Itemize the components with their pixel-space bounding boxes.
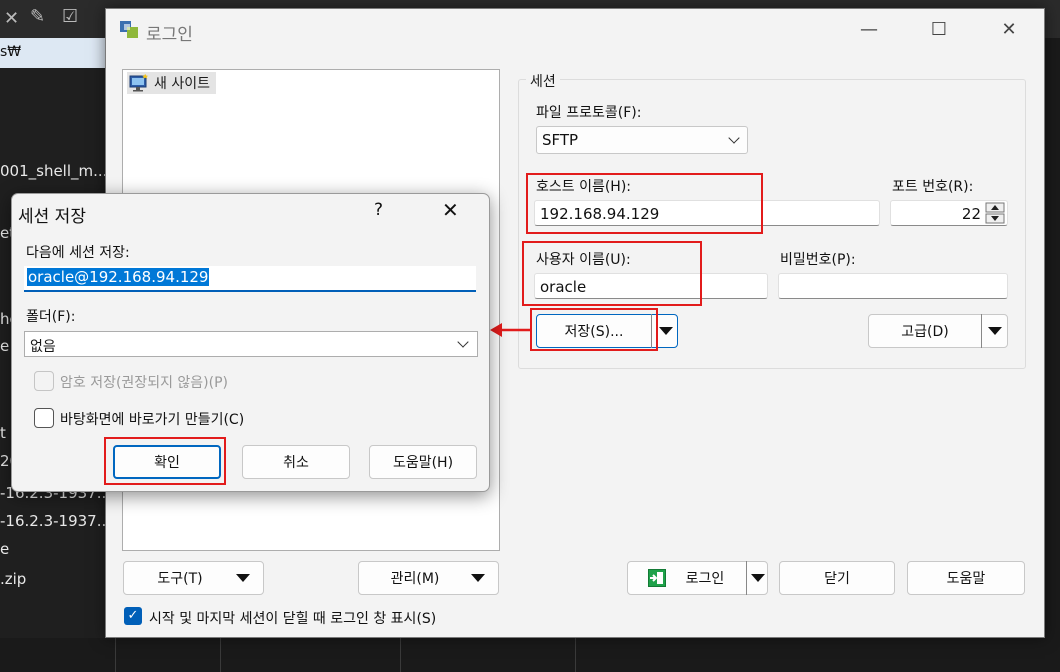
dialog-help-button-label: 도움말(H) [392, 455, 454, 471]
close-icon[interactable]: ✕ [994, 17, 1024, 43]
close-icon[interactable]: ✕ [4, 8, 19, 29]
login-button-label: 로그인 [685, 571, 725, 587]
protocol-value: SFTP [542, 131, 579, 149]
close-icon[interactable]: ✕ [442, 198, 459, 222]
session-group-label: 세션 [526, 71, 560, 91]
chevron-down-icon [457, 336, 469, 348]
manage-button[interactable]: 관리(M) [358, 561, 499, 595]
dropdown-arrow-icon [471, 574, 485, 582]
file-item[interactable]: .zip [0, 570, 26, 588]
tree-item-new-site[interactable]: 새 사이트 [127, 72, 216, 94]
maximize-icon[interactable]: ☐ [924, 17, 954, 43]
title-bar[interactable]: 로그인 — ☐ ✕ [106, 9, 1044, 51]
protocol-label: 파일 프로토콜(F): [536, 105, 642, 121]
help-button-label: 도움말 [946, 571, 986, 587]
file-item[interactable]: 001_shell_m... [0, 162, 107, 180]
highlight-ok [104, 437, 226, 485]
port-label: 포트 번호(R): [892, 179, 974, 195]
help-button[interactable]: 도움말 [907, 561, 1025, 595]
cancel-button-label: 취소 [283, 455, 309, 471]
port-value: 22 [961, 205, 981, 223]
checklist-icon[interactable]: ☑ [62, 6, 78, 27]
file-item[interactable]: e [0, 540, 9, 558]
advanced-button-label: 고급(D) [901, 324, 949, 340]
save-password-label: 암호 저장(권장되지 않음)(P) [60, 375, 228, 391]
show-login-checkbox[interactable]: ✓ [124, 607, 142, 625]
save-as-input[interactable]: oracle@192.168.94.129 [24, 266, 476, 292]
dropdown-arrow-icon[interactable] [659, 327, 673, 335]
advanced-button[interactable]: 고급(D) [868, 314, 1008, 348]
highlight-save [530, 308, 658, 351]
login-button[interactable]: 로그인 [627, 561, 768, 595]
dialog-help-button[interactable]: 도움말(H) [369, 445, 477, 479]
background-path-bar: s₩ [0, 38, 110, 68]
dropdown-arrow-icon[interactable] [751, 574, 765, 582]
dropdown-arrow-icon[interactable] [988, 327, 1002, 335]
help-icon[interactable]: ? [374, 200, 383, 220]
edit-icon[interactable]: ✎ [30, 6, 45, 27]
minimize-icon[interactable]: — [854, 17, 884, 43]
login-icon [648, 569, 666, 587]
dialog-title: 세션 저장 [18, 207, 86, 227]
save-as-value: oracle@192.168.94.129 [27, 268, 210, 286]
file-item[interactable]: -16.2.3-1937... [0, 512, 111, 530]
tools-button-label: 도구(T) [157, 571, 203, 587]
save-password-checkbox[interactable] [34, 371, 54, 391]
monitor-icon [129, 74, 149, 92]
tree-item-label: 새 사이트 [154, 76, 210, 92]
file-item[interactable]: t [0, 424, 6, 442]
password-label: 비밀번호(P): [780, 252, 856, 268]
close-button[interactable]: 닫기 [779, 561, 895, 595]
desktop-shortcut-label: 바탕화면에 바로가기 만들기(C) [60, 412, 245, 428]
dropdown-arrow-icon [236, 574, 250, 582]
manage-button-label: 관리(M) [390, 571, 440, 587]
save-session-dialog: 세션 저장 ? ✕ 다음에 세션 저장: oracle@192.168.94.1… [11, 193, 490, 492]
folder-select[interactable]: 없음 [24, 331, 478, 357]
desktop-shortcut-checkbox[interactable] [34, 408, 54, 428]
protocol-select[interactable]: SFTP [536, 126, 748, 154]
highlight-user [522, 241, 702, 306]
background-status-area [0, 638, 1060, 672]
arrow-icon [490, 323, 532, 337]
cancel-button[interactable]: 취소 [242, 445, 350, 479]
window-title: 로그인 [146, 25, 193, 45]
file-item[interactable]: e [0, 337, 9, 355]
tools-button[interactable]: 도구(T) [123, 561, 264, 595]
close-button-label: 닫기 [824, 571, 850, 587]
path-text: s₩ [0, 44, 22, 60]
folder-value: 없음 [30, 339, 56, 355]
background-scroll-strip [1045, 38, 1060, 638]
winscp-icon [120, 21, 138, 38]
folder-label: 폴더(F): [26, 309, 76, 325]
password-input[interactable] [778, 273, 1008, 299]
port-spinner[interactable] [984, 202, 1006, 224]
save-as-label: 다음에 세션 저장: [26, 245, 130, 261]
chevron-down-icon [728, 132, 740, 144]
highlight-host [526, 173, 763, 234]
show-login-label: 시작 및 마지막 세션이 닫힐 때 로그인 창 표시(S) [149, 611, 437, 627]
